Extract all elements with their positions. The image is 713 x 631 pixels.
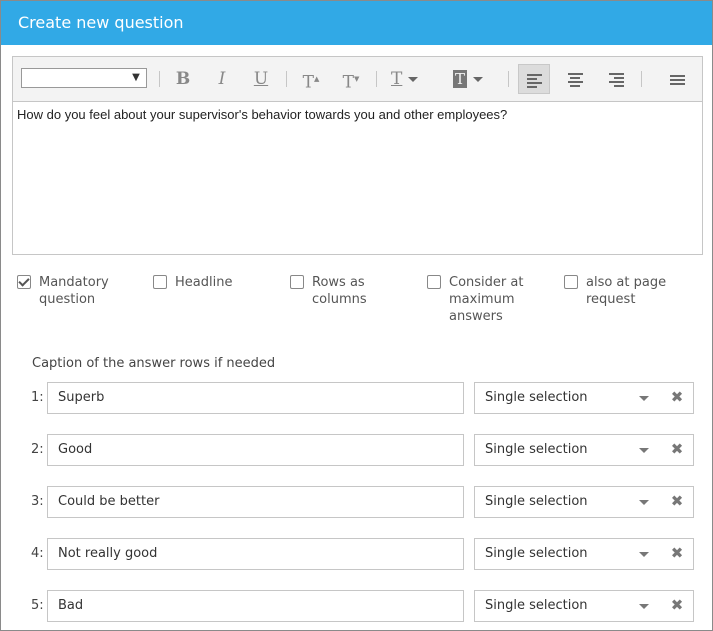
rows-as-columns-option[interactable]: Rows as columns xyxy=(290,274,420,308)
headline-label: Headline xyxy=(175,275,233,290)
toolbar-divider xyxy=(641,71,642,87)
page-request-checkbox[interactable] xyxy=(564,275,578,289)
font-family-select[interactable]: ▼ xyxy=(21,68,147,88)
toolbar-divider xyxy=(286,71,287,87)
consider-max-answers-option[interactable]: Consider at maximum answers xyxy=(427,274,539,325)
row-number: 1: xyxy=(31,390,44,405)
rows-as-columns-label: Rows as columns xyxy=(312,275,367,307)
background-color-button[interactable]: T xyxy=(453,66,497,92)
consider-max-answers-checkbox[interactable] xyxy=(427,275,441,289)
answer-type-select[interactable]: Single selection xyxy=(474,590,694,622)
answer-input[interactable]: Bad xyxy=(47,590,464,622)
subscript-button[interactable]: T▼ xyxy=(339,66,363,93)
caret-down-icon[interactable] xyxy=(639,604,649,609)
answer-row: 3: Could be better Single selection ✖ xyxy=(1,486,712,518)
row-number: 4: xyxy=(31,546,44,561)
toolbar-divider xyxy=(508,71,509,87)
caret-down-icon[interactable] xyxy=(639,552,649,557)
answer-input[interactable]: Superb xyxy=(47,382,464,414)
row-number: 2: xyxy=(31,442,44,457)
align-left-icon xyxy=(526,72,542,90)
headline-option[interactable]: Headline xyxy=(153,274,263,291)
subscript-icon: T xyxy=(342,72,354,93)
hamburger-icon xyxy=(669,73,685,87)
bold-button[interactable]: B xyxy=(171,66,195,92)
mandatory-question-option[interactable]: Mandatory question xyxy=(17,274,137,308)
more-options-button[interactable] xyxy=(663,66,691,92)
caret-down-icon[interactable] xyxy=(639,500,649,505)
align-left-button[interactable] xyxy=(518,64,550,94)
close-x-icon[interactable]: ✖ xyxy=(669,492,685,510)
close-x-icon[interactable]: ✖ xyxy=(669,440,685,458)
close-x-icon[interactable]: ✖ xyxy=(669,544,685,562)
answer-rows-caption: Caption of the answer rows if needed xyxy=(32,356,276,371)
toolbar-divider xyxy=(376,71,377,87)
rows-as-columns-checkbox[interactable] xyxy=(290,275,304,289)
editor-toolbar: ▼ B I U T▲ T▼ T T xyxy=(13,57,702,102)
close-x-icon[interactable]: ✖ xyxy=(669,596,685,614)
superscript-button[interactable]: T▲ xyxy=(299,66,323,93)
mandatory-label: Mandatory question xyxy=(39,275,109,307)
dialog-title: Create new question xyxy=(1,1,712,45)
answer-row: 2: Good Single selection ✖ xyxy=(1,434,712,466)
text-color-button[interactable]: T xyxy=(391,66,431,92)
page-request-label: also at page request xyxy=(586,275,667,307)
answer-type-select[interactable]: Single selection xyxy=(474,538,694,570)
headline-checkbox[interactable] xyxy=(153,275,167,289)
caret-down-icon xyxy=(473,77,484,82)
answer-input[interactable]: Not really good xyxy=(47,538,464,570)
toolbar-divider xyxy=(159,71,160,87)
page-request-option[interactable]: also at page request xyxy=(564,274,676,308)
answer-type-select[interactable]: Single selection xyxy=(474,486,694,518)
text-color-icon: T xyxy=(391,69,403,89)
row-number: 3: xyxy=(31,494,44,509)
align-center-icon xyxy=(567,71,583,89)
answer-row: 5: Bad Single selection ✖ xyxy=(1,590,712,622)
underline-button[interactable]: U xyxy=(249,66,273,92)
editor-content[interactable]: How do you feel about your supervisor's … xyxy=(13,102,702,127)
align-right-icon xyxy=(608,71,624,89)
answer-row: 4: Not really good Single selection ✖ xyxy=(1,538,712,570)
mandatory-checkbox[interactable] xyxy=(17,275,31,289)
align-right-button[interactable] xyxy=(600,66,632,92)
answer-input[interactable]: Good xyxy=(47,434,464,466)
chevron-down-icon: ▼ xyxy=(132,72,140,83)
answer-row: 1: Superb Single selection ✖ xyxy=(1,382,712,414)
background-color-icon: T xyxy=(453,70,468,88)
caret-down-icon[interactable] xyxy=(639,396,649,401)
align-center-button[interactable] xyxy=(559,66,591,92)
superscript-icon: T xyxy=(302,72,314,93)
close-x-icon[interactable]: ✖ xyxy=(669,388,685,406)
answer-input[interactable]: Could be better xyxy=(47,486,464,518)
italic-button[interactable]: I xyxy=(211,66,233,92)
rich-text-editor: ▼ B I U T▲ T▼ T T How do you feel about … xyxy=(12,56,703,255)
consider-max-answers-label: Consider at maximum answers xyxy=(449,275,524,324)
caret-down-icon xyxy=(408,77,419,82)
row-number: 5: xyxy=(31,598,44,613)
caret-down-icon[interactable] xyxy=(639,448,649,453)
answer-type-select[interactable]: Single selection xyxy=(474,434,694,466)
create-question-dialog: Create new question ▼ B I U T▲ T▼ T T Ho… xyxy=(0,0,713,631)
answer-type-select[interactable]: Single selection xyxy=(474,382,694,414)
